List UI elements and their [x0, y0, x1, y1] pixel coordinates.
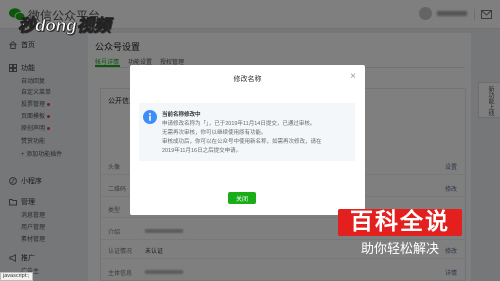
video-watermark-logo: 秒dong视频: [18, 11, 111, 36]
close-button[interactable]: 关闭: [228, 192, 256, 204]
notice-line: 无需再次审核，你可以继续使用原有功能。: [162, 130, 267, 136]
dialog-title: 修改名称: [233, 76, 262, 83]
notice-line: 2019年11月16日之后提交申请。: [162, 148, 242, 154]
notice-title: 当前名称修改中: [162, 112, 201, 118]
watermark-text: 秒dong视频: [18, 16, 111, 36]
info-icon: [143, 110, 157, 124]
baike-logo-title: 百科全说: [350, 209, 450, 235]
close-icon[interactable]: ×: [350, 71, 356, 82]
baike-logo-slogan: 助你轻松解决: [360, 241, 439, 256]
notice-line: 审核成功后，你可以在公众号中使用新名称，如需再次修改，请在: [162, 139, 322, 145]
baike-logo: 百科全说: [338, 209, 462, 236]
rename-dialog: 修改名称 × 当前名称修改中 申请修改名称为「」，已于2019年11月14日提交…: [130, 65, 365, 215]
browser-status-bar: javascript:;: [0, 272, 33, 281]
notice-line: 申请修改名称为「」，已于2019年11月14日提交，已通过审核。: [162, 121, 316, 127]
